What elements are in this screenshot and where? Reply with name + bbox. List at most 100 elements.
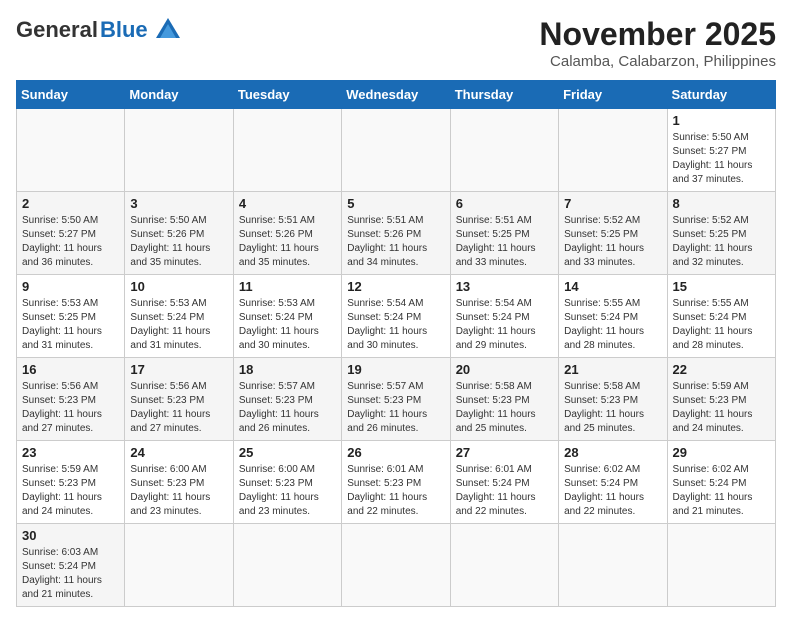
day-info: Sunrise: 5:54 AM Sunset: 5:24 PM Dayligh… [456, 297, 553, 353]
day-info: Sunrise: 5:57 AM Sunset: 5:23 PM Dayligh… [347, 380, 444, 436]
day-number: 24 [130, 445, 227, 460]
calendar-cell: 14 Sunrise: 5:55 AM Sunset: 5:24 PM Dayli… [559, 275, 667, 358]
calendar-cell: 3Sunrise: 5:50 AM Sunset: 5:26 PM Daylig… [125, 192, 233, 275]
calendar-cell [667, 524, 775, 607]
day-info: Sunrise: 5:59 AM Sunset: 5:23 PM Dayligh… [22, 463, 119, 519]
day-number: 21 [564, 362, 661, 377]
day-info: Sunrise: 5:53 AM Sunset: 5:25 PM Dayligh… [22, 297, 119, 353]
day-number: 3 [130, 196, 227, 211]
calendar-cell: 4 Sunrise: 5:51 AM Sunset: 5:26 PM Daylig… [233, 192, 341, 275]
calendar-cell [450, 109, 558, 192]
day-number: 8 [673, 196, 770, 211]
day-number: 26 [347, 445, 444, 460]
calendar-cell: 7 Sunrise: 5:52 AM Sunset: 5:25 PM Daylig… [559, 192, 667, 275]
day-info: Sunrise: 5:53 AM Sunset: 5:24 PM Dayligh… [130, 297, 227, 353]
calendar-cell: 28Sunrise: 6:02 AM Sunset: 5:24 PM Dayli… [559, 441, 667, 524]
calendar-cell: 9 Sunrise: 5:53 AM Sunset: 5:25 PM Daylig… [17, 275, 125, 358]
day-number: 2 [22, 196, 119, 211]
weekday-header-thursday: Thursday [450, 81, 558, 109]
logo-blue-text: Blue [100, 17, 148, 43]
calendar-cell [450, 524, 558, 607]
calendar-week-row: 9 Sunrise: 5:53 AM Sunset: 5:25 PM Daylig… [17, 275, 776, 358]
calendar-table: SundayMondayTuesdayWednesdayThursdayFrid… [16, 80, 776, 607]
day-info: Sunrise: 5:52 AM Sunset: 5:25 PM Dayligh… [673, 214, 770, 270]
day-info: Sunrise: 5:55 AM Sunset: 5:24 PM Dayligh… [673, 297, 770, 353]
logo: General Blue [16, 16, 182, 44]
day-info: Sunrise: 5:52 AM Sunset: 5:25 PM Dayligh… [564, 214, 661, 270]
day-number: 29 [673, 445, 770, 460]
calendar-week-row: 16Sunrise: 5:56 AM Sunset: 5:23 PM Dayli… [17, 358, 776, 441]
calendar-week-row: 23 Sunrise: 5:59 AM Sunset: 5:23 PM Dayli… [17, 441, 776, 524]
day-number: 23 [22, 445, 119, 460]
calendar-cell [125, 109, 233, 192]
weekday-header-wednesday: Wednesday [342, 81, 450, 109]
weekday-header-sunday: Sunday [17, 81, 125, 109]
day-number: 1 [673, 113, 770, 128]
calendar-cell: 29 Sunrise: 6:02 AM Sunset: 5:24 PM Dayli… [667, 441, 775, 524]
day-number: 9 [22, 279, 119, 294]
day-number: 17 [130, 362, 227, 377]
calendar-cell: 13 Sunrise: 5:54 AM Sunset: 5:24 PM Dayli… [450, 275, 558, 358]
weekday-header-friday: Friday [559, 81, 667, 109]
calendar-cell: 17 Sunrise: 5:56 AM Sunset: 5:23 PM Dayli… [125, 358, 233, 441]
day-number: 10 [130, 279, 227, 294]
day-number: 19 [347, 362, 444, 377]
weekday-header-monday: Monday [125, 81, 233, 109]
day-info: Sunrise: 5:51 AM Sunset: 5:26 PM Dayligh… [239, 214, 336, 270]
day-number: 14 [564, 279, 661, 294]
calendar-cell: 12Sunrise: 5:54 AM Sunset: 5:24 PM Dayli… [342, 275, 450, 358]
day-info: Sunrise: 5:51 AM Sunset: 5:26 PM Dayligh… [347, 214, 444, 270]
day-number: 7 [564, 196, 661, 211]
calendar-cell: 15Sunrise: 5:55 AM Sunset: 5:24 PM Dayli… [667, 275, 775, 358]
day-number: 30 [22, 528, 119, 543]
day-number: 5 [347, 196, 444, 211]
day-number: 18 [239, 362, 336, 377]
calendar-cell: 25Sunrise: 6:00 AM Sunset: 5:23 PM Dayli… [233, 441, 341, 524]
calendar-cell: 6 Sunrise: 5:51 AM Sunset: 5:25 PM Daylig… [450, 192, 558, 275]
day-info: Sunrise: 6:01 AM Sunset: 5:24 PM Dayligh… [456, 463, 553, 519]
calendar-cell: 5 Sunrise: 5:51 AM Sunset: 5:26 PM Daylig… [342, 192, 450, 275]
logo-icon [154, 16, 182, 44]
day-number: 4 [239, 196, 336, 211]
location-title: Calamba, Calabarzon, Philippines [539, 53, 776, 70]
calendar-cell [233, 109, 341, 192]
day-info: Sunrise: 5:51 AM Sunset: 5:25 PM Dayligh… [456, 214, 553, 270]
calendar-cell: 20 Sunrise: 5:58 AM Sunset: 5:23 PM Dayli… [450, 358, 558, 441]
day-info: Sunrise: 5:58 AM Sunset: 5:23 PM Dayligh… [456, 380, 553, 436]
calendar-cell: 24 Sunrise: 6:00 AM Sunset: 5:23 PM Dayli… [125, 441, 233, 524]
title-area: November 2025 Calamba, Calabarzon, Phili… [539, 16, 776, 70]
day-number: 20 [456, 362, 553, 377]
calendar-cell: 30 Sunrise: 6:03 AM Sunset: 5:24 PM Dayli… [17, 524, 125, 607]
logo-general-text: General [16, 17, 98, 43]
day-info: Sunrise: 5:59 AM Sunset: 5:23 PM Dayligh… [673, 380, 770, 436]
day-number: 27 [456, 445, 553, 460]
day-info: Sunrise: 5:55 AM Sunset: 5:24 PM Dayligh… [564, 297, 661, 353]
day-info: Sunrise: 5:56 AM Sunset: 5:23 PM Dayligh… [22, 380, 119, 436]
page-header: General Blue November 2025 Calamba, Cala… [16, 16, 776, 70]
calendar-cell [125, 524, 233, 607]
calendar-cell: 8 Sunrise: 5:52 AM Sunset: 5:25 PM Daylig… [667, 192, 775, 275]
calendar-cell [342, 109, 450, 192]
day-info: Sunrise: 5:56 AM Sunset: 5:23 PM Dayligh… [130, 380, 227, 436]
day-info: Sunrise: 5:53 AM Sunset: 5:24 PM Dayligh… [239, 297, 336, 353]
calendar-cell: 22Sunrise: 5:59 AM Sunset: 5:23 PM Dayli… [667, 358, 775, 441]
calendar-cell: 10 Sunrise: 5:53 AM Sunset: 5:24 PM Dayli… [125, 275, 233, 358]
calendar-cell: 23 Sunrise: 5:59 AM Sunset: 5:23 PM Dayli… [17, 441, 125, 524]
calendar-week-row: 2Sunrise: 5:50 AM Sunset: 5:27 PM Daylig… [17, 192, 776, 275]
day-number: 12 [347, 279, 444, 294]
calendar-cell: 16Sunrise: 5:56 AM Sunset: 5:23 PM Dayli… [17, 358, 125, 441]
day-number: 13 [456, 279, 553, 294]
calendar-cell: 19 Sunrise: 5:57 AM Sunset: 5:23 PM Dayli… [342, 358, 450, 441]
day-number: 11 [239, 279, 336, 294]
calendar-cell: 26 Sunrise: 6:01 AM Sunset: 5:23 PM Dayli… [342, 441, 450, 524]
day-info: Sunrise: 6:00 AM Sunset: 5:23 PM Dayligh… [239, 463, 336, 519]
day-info: Sunrise: 6:00 AM Sunset: 5:23 PM Dayligh… [130, 463, 227, 519]
day-info: Sunrise: 6:02 AM Sunset: 5:24 PM Dayligh… [564, 463, 661, 519]
calendar-cell [559, 109, 667, 192]
weekday-header-tuesday: Tuesday [233, 81, 341, 109]
day-info: Sunrise: 6:03 AM Sunset: 5:24 PM Dayligh… [22, 546, 119, 602]
day-info: Sunrise: 6:01 AM Sunset: 5:23 PM Dayligh… [347, 463, 444, 519]
day-number: 6 [456, 196, 553, 211]
day-info: Sunrise: 6:02 AM Sunset: 5:24 PM Dayligh… [673, 463, 770, 519]
calendar-week-row: 30 Sunrise: 6:03 AM Sunset: 5:24 PM Dayli… [17, 524, 776, 607]
